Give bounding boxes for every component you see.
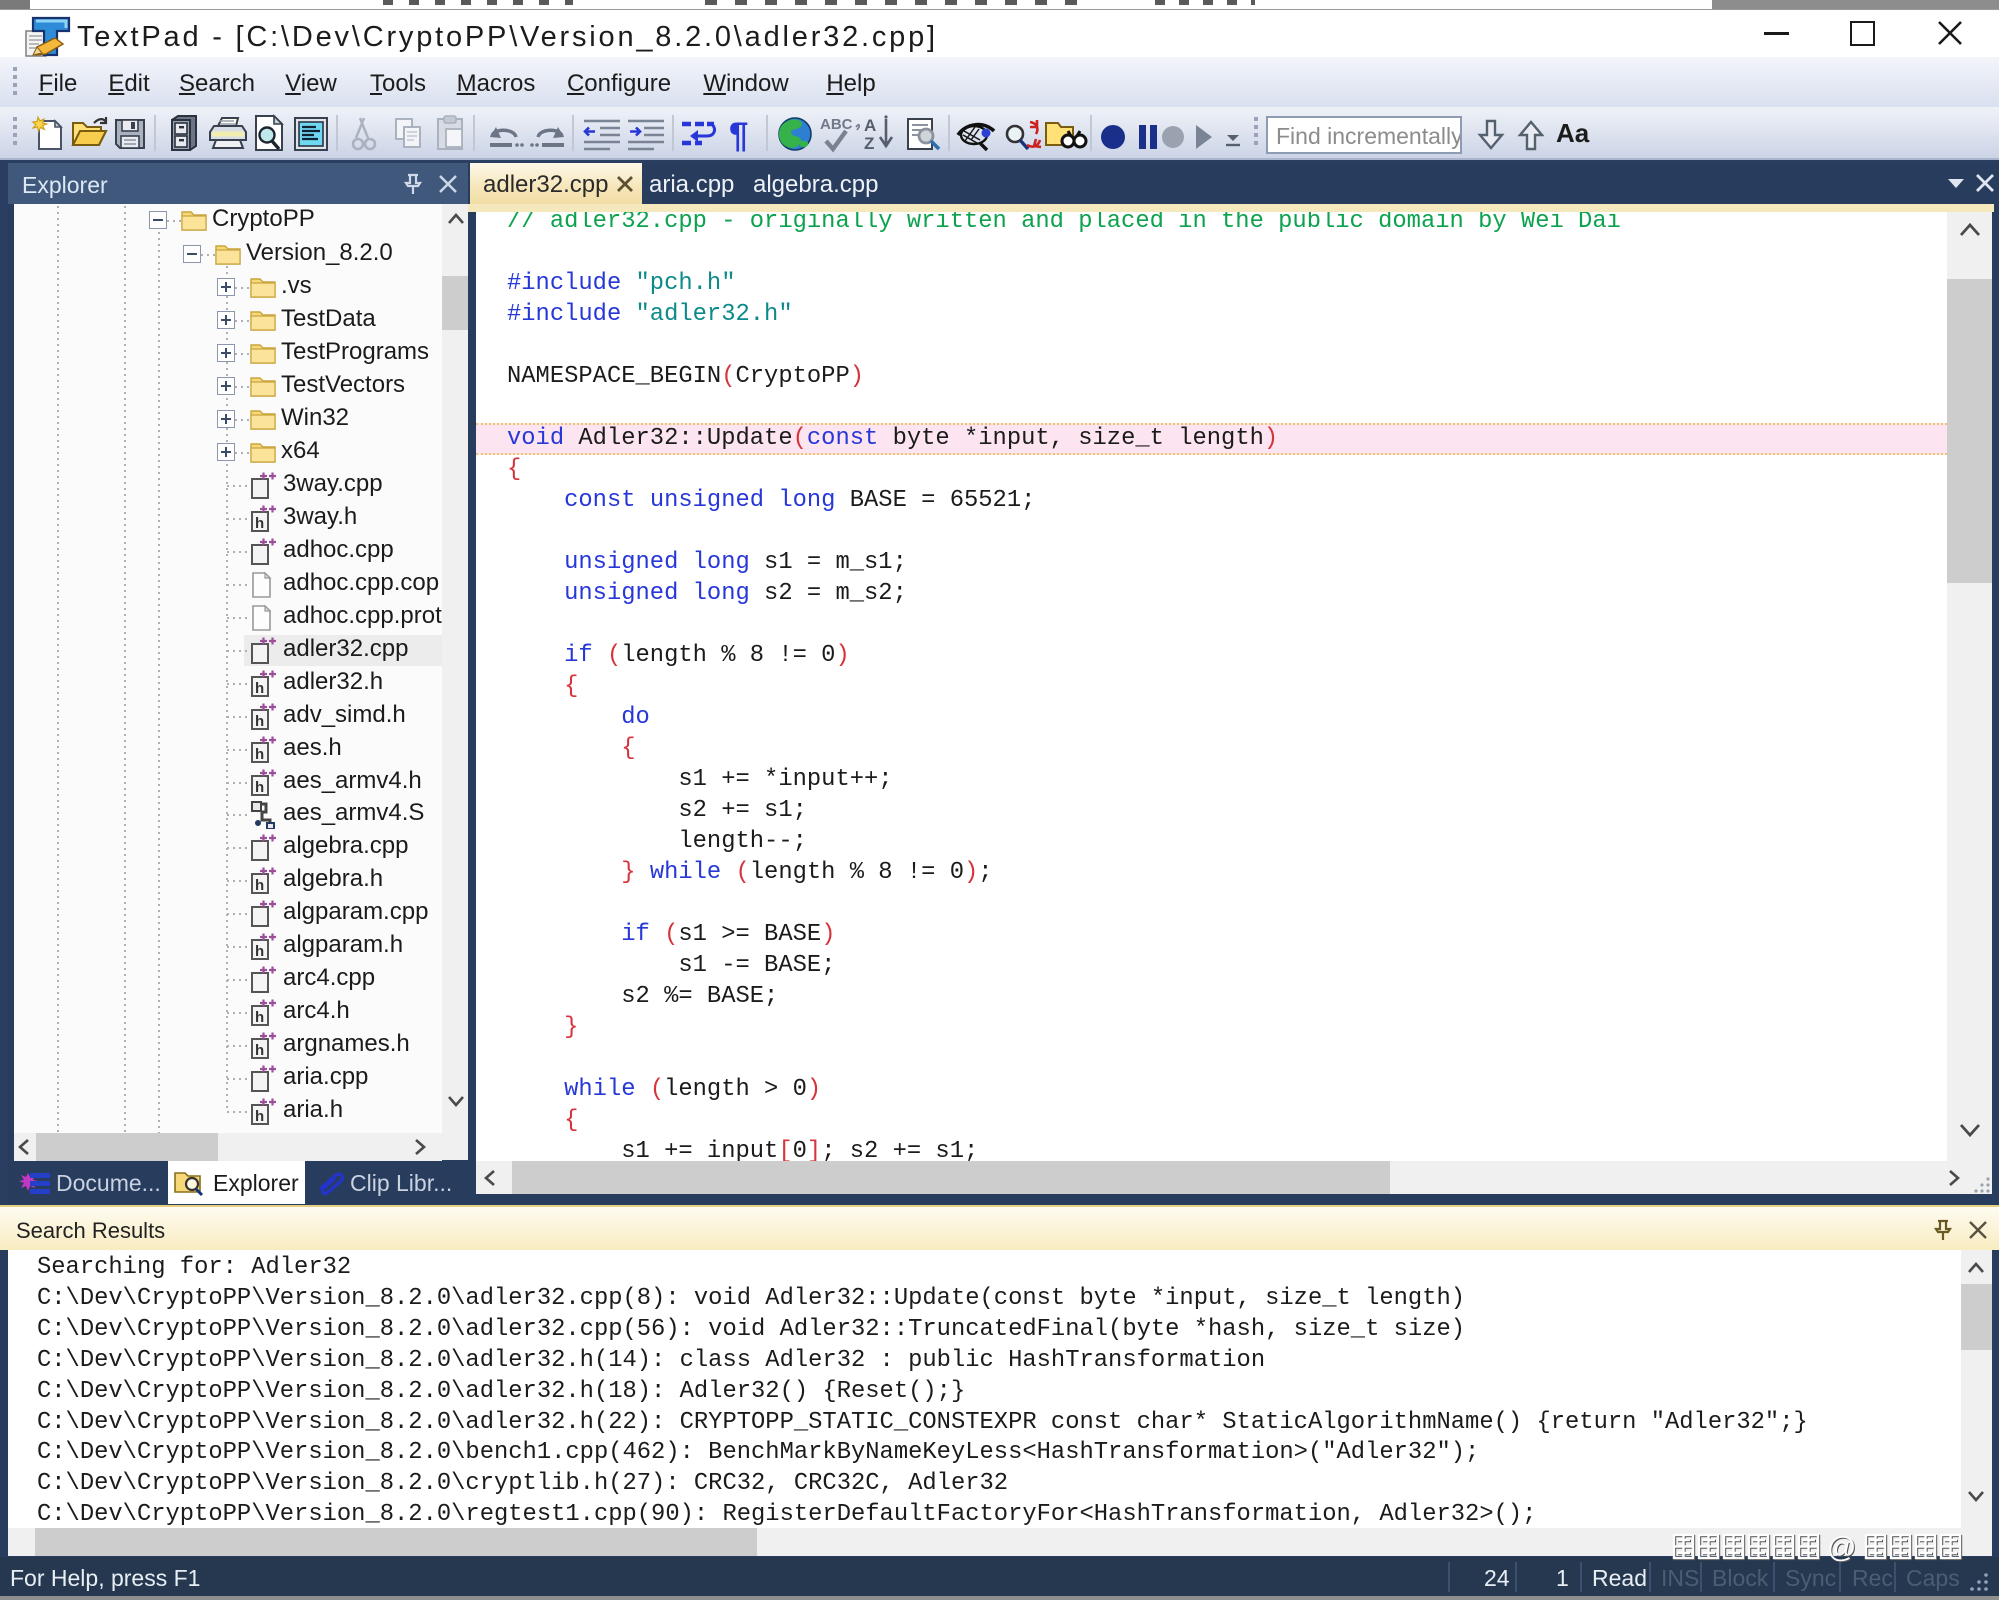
svg-text:h: h	[255, 746, 264, 763]
svg-text:h: h	[255, 877, 264, 894]
svg-text:h: h	[255, 515, 264, 532]
svg-text:h: h	[255, 1009, 264, 1026]
svg-text:@: @	[1827, 1532, 1856, 1564]
svg-text:h: h	[255, 943, 264, 960]
svg-text:h: h	[255, 1042, 264, 1059]
svg-text:h: h	[255, 680, 264, 697]
svg-text:h: h	[255, 779, 264, 796]
svg-text:A: A	[864, 116, 876, 135]
svg-text:ABC: ABC	[820, 116, 853, 133]
svg-text:h: h	[255, 1108, 264, 1125]
svg-text:h: h	[255, 713, 264, 730]
svg-text:Z: Z	[864, 134, 874, 153]
